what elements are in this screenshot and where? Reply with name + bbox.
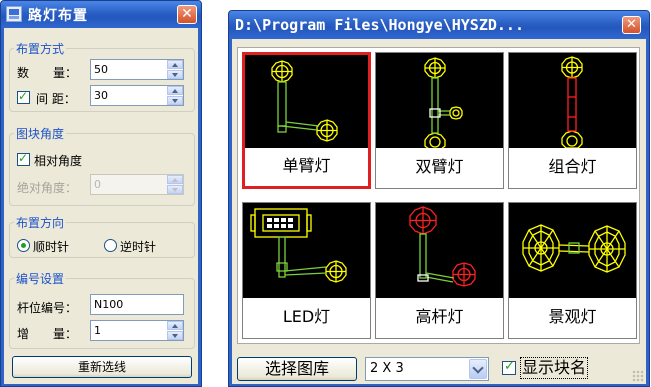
app-icon <box>6 6 22 22</box>
block-tile-double-arm[interactable]: 双臂灯 <box>375 52 504 189</box>
spacing-spinner[interactable]: 30 <box>90 85 184 106</box>
clockwise-radio[interactable] <box>17 239 30 252</box>
block-tile-led[interactable]: LED灯 <box>242 202 371 339</box>
numbering-group-title: 编号设置 <box>14 270 67 287</box>
close-icon[interactable]: ✕ <box>177 5 197 24</box>
block-tile-single-arm[interactable]: 单臂灯 <box>242 52 371 189</box>
absolute-angle-spinner[interactable]: 0 <box>90 174 184 195</box>
block-angle-group-title: 图块角度 <box>14 125 67 142</box>
dialog-title: 路灯布置 <box>28 8 88 24</box>
increment-value: 1 <box>94 324 101 337</box>
tile-label: 单臂灯 <box>245 148 368 186</box>
block-angle-group: 图块角度 相对角度 绝对角度： 0 <box>9 125 195 206</box>
resize-grip-icon[interactable] <box>632 370 644 382</box>
layout-mode-group: 布置方式 数 量： 50 间 距： 30 <box>9 40 195 112</box>
increment-label: 增 量： <box>17 327 78 341</box>
dialog-titlebar[interactable]: 路灯布置 ✕ <box>1 1 201 28</box>
count-label: 数 量： <box>17 66 78 80</box>
spacing-checkbox[interactable] <box>17 89 30 104</box>
clockwise-label: 顺时针 <box>33 240 70 254</box>
close-icon[interactable]: ✕ <box>622 16 641 34</box>
grid-size-value: 2 X 3 <box>370 361 404 376</box>
combination-lamp-icon <box>561 56 583 149</box>
absolute-down-arrow[interactable] <box>167 185 183 194</box>
dialog-body: 布置方式 数 量： 50 间 距： 30 图块角度 相对角度 绝对角度： 0 <box>4 28 198 384</box>
chevron-down-icon[interactable] <box>469 359 487 379</box>
absolute-angle-value: 0 <box>94 178 101 191</box>
count-spinner[interactable]: 50 <box>90 59 184 80</box>
increment-up-arrow[interactable] <box>167 321 183 330</box>
count-value: 50 <box>94 63 108 76</box>
spacing-down-arrow[interactable] <box>167 96 183 105</box>
absolute-angle-label: 绝对角度： <box>17 181 78 195</box>
lamp-layout-dialog: 路灯布置 ✕ 布置方式 数 量： 50 间 距： 30 图块角度 相对角度 绝对… <box>0 0 202 387</box>
counterclockwise-radio[interactable] <box>104 239 117 252</box>
spacing-label: 间 距： <box>36 92 76 106</box>
block-tile-combination[interactable]: 组合灯 <box>508 52 637 189</box>
high-mast-lamp-icon <box>409 206 476 287</box>
chooser-title: D:\Program Files\Hongye\HYSZD... <box>235 16 524 34</box>
double-arm-lamp-icon <box>424 57 463 150</box>
spacing-up-arrow[interactable] <box>167 86 183 95</box>
show-block-name-label[interactable]: 显示块名 <box>520 357 589 379</box>
spacing-value: 30 <box>94 89 108 102</box>
absolute-up-arrow[interactable] <box>167 175 183 184</box>
numbering-group: 编号设置 杆位编号： N100 增 量： 1 <box>9 270 195 349</box>
pole-number-input[interactable]: N100 <box>90 294 184 315</box>
tile-label: 高杆灯 <box>376 298 503 338</box>
direction-group: 布置方向 顺时针 逆时针 <box>9 214 195 258</box>
layout-mode-group-title: 布置方式 <box>14 40 67 57</box>
landscape-lamp-icon <box>522 224 626 273</box>
count-down-arrow[interactable] <box>167 70 183 79</box>
show-block-name-checkbox[interactable] <box>502 359 516 375</box>
counterclockwise-label: 逆时针 <box>120 240 157 254</box>
tile-label: 组合灯 <box>509 148 636 188</box>
block-tile-high-mast[interactable]: 高杆灯 <box>375 202 504 339</box>
relative-angle-label: 相对角度 <box>34 154 83 168</box>
direction-group-title: 布置方向 <box>14 214 67 231</box>
tile-label: 景观灯 <box>509 298 636 338</box>
increment-down-arrow[interactable] <box>167 331 183 340</box>
increment-spinner[interactable]: 1 <box>90 320 184 341</box>
pole-number-value: N100 <box>94 298 124 311</box>
grid-size-select[interactable]: 2 X 3 <box>365 357 489 381</box>
block-chooser-window: D:\Program Files\Hongye\HYSZD... ✕ 单臂灯 双… <box>228 10 650 387</box>
pole-number-label: 杆位编号： <box>17 301 78 315</box>
led-lamp-icon <box>250 208 347 283</box>
tile-label: 双臂灯 <box>376 148 503 188</box>
single-arm-lamp-icon <box>271 60 338 142</box>
tile-label: LED灯 <box>243 298 370 338</box>
block-tile-landscape[interactable]: 景观灯 <box>508 202 637 339</box>
relative-angle-checkbox[interactable] <box>17 151 30 166</box>
count-up-arrow[interactable] <box>167 60 183 69</box>
reselect-line-button[interactable]: 重新选线 <box>12 356 192 378</box>
select-library-button[interactable]: 选择图库 <box>237 357 357 381</box>
chooser-titlebar[interactable]: D:\Program Files\Hongye\HYSZD... ✕ <box>229 11 649 39</box>
block-grid: 单臂灯 双臂灯 组合灯 LED灯 高杆灯 景观灯 <box>237 47 640 344</box>
chooser-body: 单臂灯 双臂灯 组合灯 LED灯 高杆灯 景观灯 选择图库 2 X 3 ✓ 显示… <box>232 39 646 384</box>
